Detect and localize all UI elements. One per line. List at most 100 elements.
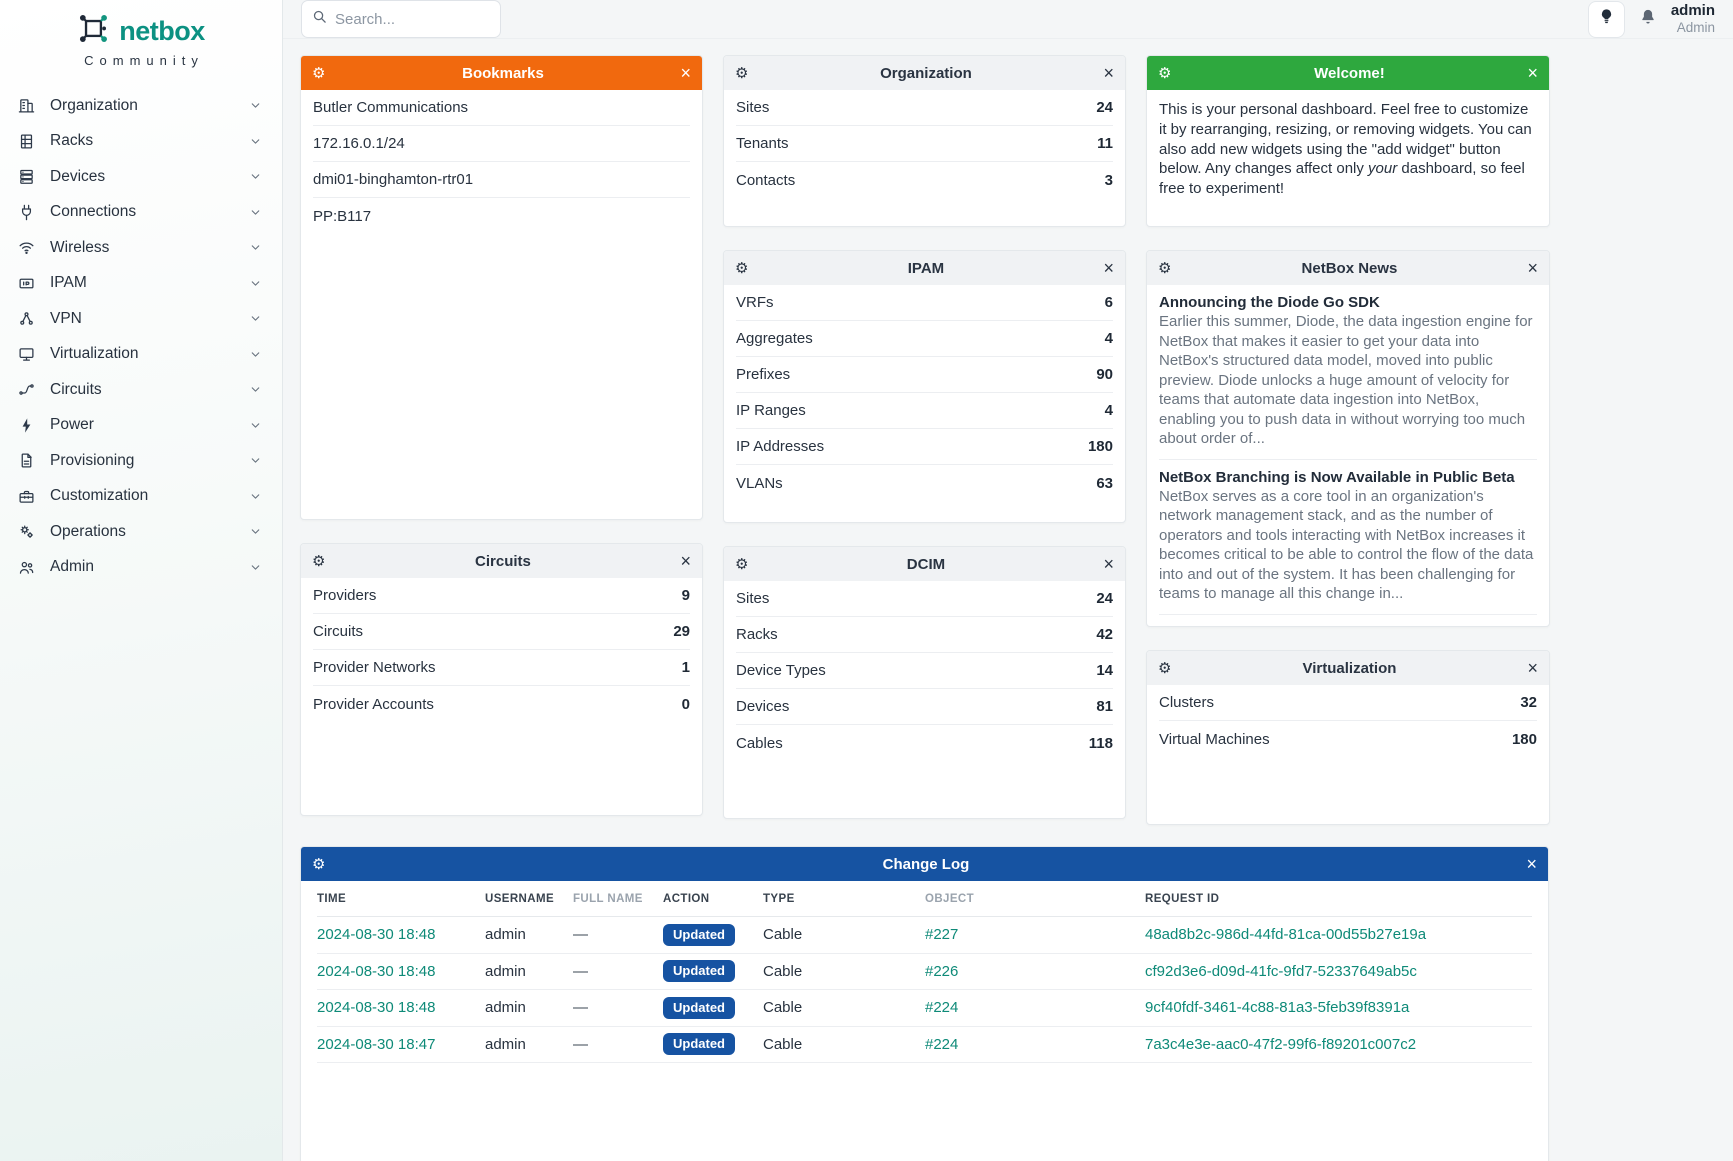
stat-link[interactable]: Aggregates xyxy=(736,330,813,347)
bookmark-link[interactable]: 172.16.0.1/24 xyxy=(313,135,405,152)
welcome-widget: ⚙ Welcome! × This is your personal dashb… xyxy=(1146,55,1550,227)
widget-config-icon[interactable]: ⚙ xyxy=(312,554,325,569)
widget-title: NetBox News xyxy=(1171,260,1527,277)
sidebar-item-organization[interactable]: Organization xyxy=(0,88,282,124)
stat-link[interactable]: Tenants xyxy=(736,135,789,152)
object-link[interactable]: #224 xyxy=(925,999,1145,1016)
sidebar-item-customization[interactable]: Customization xyxy=(0,479,282,515)
bookmark-link[interactable]: dmi01-binghamton-rtr01 xyxy=(313,171,473,188)
stat-link[interactable]: Sites xyxy=(736,590,769,607)
close-icon[interactable]: × xyxy=(1103,259,1114,277)
time-link[interactable]: 2024-08-30 18:48 xyxy=(317,999,485,1016)
close-icon[interactable]: × xyxy=(1527,259,1538,277)
stat-link[interactable]: Clusters xyxy=(1159,694,1214,711)
stat-link[interactable]: Circuits xyxy=(313,623,363,640)
widget-title: IPAM xyxy=(748,260,1103,277)
stat-link[interactable]: Provider Networks xyxy=(313,659,436,676)
object-link[interactable]: #224 xyxy=(925,1036,1145,1053)
stat-link[interactable]: IP Ranges xyxy=(736,402,806,419)
user-menu[interactable]: admin Admin xyxy=(1671,2,1715,36)
request-id-link[interactable]: 48ad8b2c-986d-44fd-81ca-00d55b27e19a xyxy=(1145,926,1532,943)
widget-config-icon[interactable]: ⚙ xyxy=(312,66,325,81)
theme-toggle-button[interactable] xyxy=(1588,1,1625,38)
close-icon[interactable]: × xyxy=(1526,855,1537,873)
close-icon[interactable]: × xyxy=(680,552,691,570)
welcome-text: This is your personal dashboard. Feel fr… xyxy=(1147,90,1549,209)
object-link[interactable]: #227 xyxy=(925,926,1145,943)
sidebar-item-power[interactable]: Power xyxy=(0,408,282,444)
request-id-link[interactable]: 7a3c4e3e-aac0-47f2-99f6-f89201c007c2 xyxy=(1145,1036,1532,1053)
action-cell: Updated xyxy=(663,997,763,1019)
sidebar-item-provisioning[interactable]: Provisioning xyxy=(0,443,282,479)
close-icon[interactable]: × xyxy=(1527,659,1538,677)
stat-link[interactable]: Cables xyxy=(736,735,783,752)
close-icon[interactable]: × xyxy=(1103,64,1114,82)
full-name-cell: — xyxy=(573,963,663,980)
type-cell: Cable xyxy=(763,926,925,943)
stat-link[interactable]: Device Types xyxy=(736,662,826,679)
sidebar-item-circuits[interactable]: Circuits xyxy=(0,372,282,408)
stat-link[interactable]: Providers xyxy=(313,587,376,604)
stat-row: VRFs6 xyxy=(736,285,1113,321)
username-cell: admin xyxy=(485,1036,573,1053)
sidebar-item-label: Wireless xyxy=(50,239,249,257)
time-link[interactable]: 2024-08-30 18:48 xyxy=(317,963,485,980)
sidebar-item-racks[interactable]: Racks xyxy=(0,124,282,160)
news-link[interactable]: A New Look For NetBox and NetBox Labs xyxy=(1159,624,1537,627)
stat-value: 11 xyxy=(1097,135,1113,152)
organization-widget: ⚙ Organization × Sites24 Tenants11 Conta… xyxy=(723,55,1126,227)
stat-link[interactable]: Devices xyxy=(736,698,789,715)
news-summary: NetBox serves as a core tool in an organ… xyxy=(1159,487,1537,604)
request-id-link[interactable]: cf92d3e6-d09d-41fc-9fd7-52337649ab5c xyxy=(1145,963,1532,980)
column-header-time: TIME xyxy=(317,893,485,905)
request-id-link[interactable]: 9cf40fdf-3461-4c88-81a3-5feb39f8391a xyxy=(1145,999,1532,1016)
notifications-button[interactable] xyxy=(1639,8,1657,31)
time-link[interactable]: 2024-08-30 18:47 xyxy=(317,1036,485,1053)
widget-config-icon[interactable]: ⚙ xyxy=(735,66,748,81)
action-cell: Updated xyxy=(663,1033,763,1055)
stat-link[interactable]: Provider Accounts xyxy=(313,696,434,713)
widget-config-icon[interactable]: ⚙ xyxy=(1158,261,1171,276)
stat-link[interactable]: Racks xyxy=(736,626,778,643)
building-icon xyxy=(18,97,35,114)
bookmark-link[interactable]: Butler Communications xyxy=(313,99,468,116)
widget-config-icon[interactable]: ⚙ xyxy=(1158,66,1171,81)
news-link[interactable]: Announcing the Diode Go SDK xyxy=(1159,294,1537,311)
stat-row: Sites24 xyxy=(736,581,1113,617)
sidebar-item-devices[interactable]: Devices xyxy=(0,159,282,195)
chevron-down-icon xyxy=(249,348,262,361)
sidebar-item-virtualization[interactable]: Virtualization xyxy=(0,337,282,373)
sidebar-item-connections[interactable]: Connections xyxy=(0,195,282,231)
stat-link[interactable]: VLANs xyxy=(736,475,783,492)
stat-link[interactable]: Contacts xyxy=(736,172,795,189)
stat-link[interactable]: Prefixes xyxy=(736,366,790,383)
close-icon[interactable]: × xyxy=(1527,64,1538,82)
close-icon[interactable]: × xyxy=(680,64,691,82)
chevron-down-icon xyxy=(249,561,262,574)
stat-link[interactable]: IP Addresses xyxy=(736,438,824,455)
widget-config-icon[interactable]: ⚙ xyxy=(312,857,325,872)
object-link[interactable]: #226 xyxy=(925,963,1145,980)
stat-link[interactable]: VRFs xyxy=(736,294,774,311)
sidebar-item-vpn[interactable]: VPN xyxy=(0,301,282,337)
stat-row: Provider Accounts0 xyxy=(313,686,690,722)
widget-config-icon[interactable]: ⚙ xyxy=(1158,661,1171,676)
widget-config-icon[interactable]: ⚙ xyxy=(735,557,748,572)
close-icon[interactable]: × xyxy=(1103,555,1114,573)
search-input[interactable] xyxy=(335,11,485,28)
news-link[interactable]: NetBox Branching is Now Available in Pub… xyxy=(1159,469,1537,486)
sidebar-item-admin[interactable]: Admin xyxy=(0,550,282,586)
sidebar-item-operations[interactable]: Operations xyxy=(0,514,282,550)
netbox-logo[interactable]: netbox Community xyxy=(0,0,282,68)
stat-link[interactable]: Sites xyxy=(736,99,769,116)
stat-link[interactable]: Virtual Machines xyxy=(1159,731,1270,748)
users-icon xyxy=(18,559,35,576)
widget-config-icon[interactable]: ⚙ xyxy=(735,261,748,276)
sidebar-item-ipam[interactable]: IPAM xyxy=(0,266,282,302)
sidebar-item-wireless[interactable]: Wireless xyxy=(0,230,282,266)
bookmark-link[interactable]: PP:B117 xyxy=(313,208,371,225)
widget-title: Virtualization xyxy=(1171,660,1527,677)
time-link[interactable]: 2024-08-30 18:48 xyxy=(317,926,485,943)
bookmark-item: dmi01-binghamton-rtr01 xyxy=(313,162,690,198)
column-header-request-id: REQUEST ID xyxy=(1145,893,1532,905)
